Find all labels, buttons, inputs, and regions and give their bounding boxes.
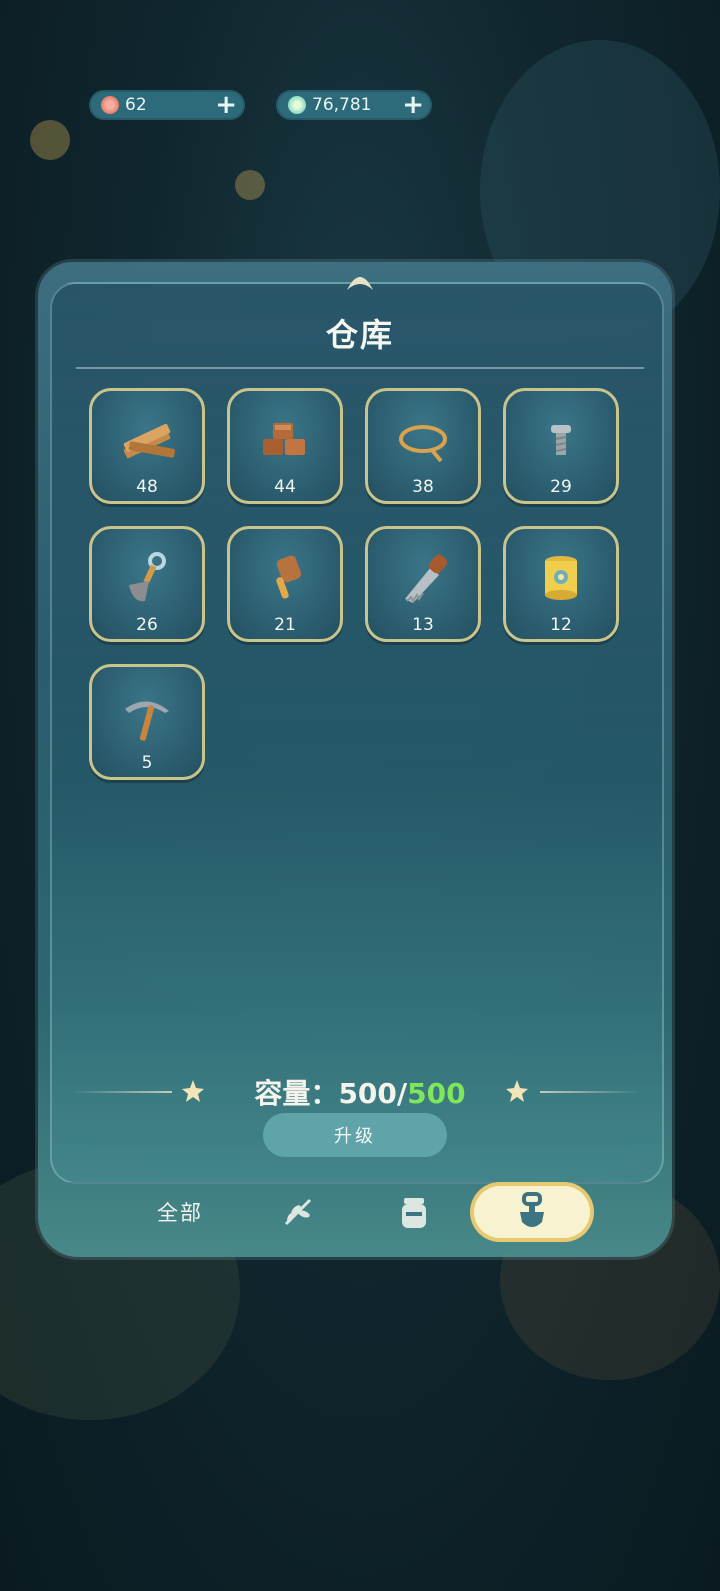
item-slot-rope[interactable]: 38 <box>365 388 481 504</box>
add-gem-button[interactable]: + <box>402 92 424 118</box>
currency-flower-value: 62 <box>125 95 147 115</box>
star-gem-icon <box>288 96 306 114</box>
paint-bucket-icon <box>545 556 577 600</box>
item-count: 29 <box>550 477 572 497</box>
title-divider <box>76 367 644 369</box>
saw-icon <box>405 554 448 603</box>
tab-tools[interactable] <box>474 1186 590 1238</box>
capacity-max: 500 <box>407 1077 466 1110</box>
capacity-divider-right <box>540 1091 640 1093</box>
item-slot-shovel[interactable]: 26 <box>89 526 205 642</box>
item-slot-mallet[interactable]: 21 <box>227 526 343 642</box>
page-title: 仓库 <box>325 316 394 354</box>
add-flower-button[interactable]: + <box>215 92 237 118</box>
currency-flower-bar: 62 + <box>89 90 245 120</box>
item-slot-paint-bucket[interactable]: 12 <box>503 526 619 642</box>
currency-gem-value: 76,781 <box>312 95 372 115</box>
item-count: 44 <box>274 477 296 497</box>
tab-plants[interactable] <box>268 1186 328 1238</box>
background-glow <box>30 120 70 160</box>
bricks-icon <box>263 423 305 455</box>
pickaxe-icon <box>125 701 169 741</box>
item-slot-bricks[interactable]: 44 <box>227 388 343 504</box>
shovel-icon <box>129 552 166 602</box>
wood-planks-icon <box>123 423 176 459</box>
upgrade-button[interactable]: 升级 <box>263 1113 447 1157</box>
background-glow <box>235 170 265 200</box>
tab-jars[interactable] <box>384 1186 444 1238</box>
mallet-icon <box>276 555 302 599</box>
item-slot-saw[interactable]: 13 <box>365 526 481 642</box>
rope-icon <box>399 425 447 463</box>
item-slot-screw[interactable]: 29 <box>503 388 619 504</box>
item-count: 48 <box>136 477 158 497</box>
capacity-label: 容量： <box>254 1077 339 1110</box>
item-count: 5 <box>141 753 153 773</box>
moon-crest-icon <box>347 277 373 290</box>
plant-icon <box>284 1198 312 1226</box>
item-slot-pickaxe[interactable]: 5 <box>89 664 205 780</box>
star-decoration-icon <box>506 1080 528 1102</box>
capacity-separator: / <box>396 1077 408 1110</box>
item-count: 13 <box>412 615 434 635</box>
flower-coin-icon <box>101 96 119 114</box>
capacity-current: 500 <box>338 1077 397 1110</box>
tab-all[interactable]: 全部 <box>130 1186 230 1238</box>
shovel-tool-icon <box>520 1192 544 1227</box>
item-count: 21 <box>274 615 296 635</box>
currency-gem-bar: 76,781 + <box>276 90 432 120</box>
item-count: 26 <box>136 615 158 635</box>
item-count: 38 <box>412 477 434 497</box>
item-slot-wood[interactable]: 48 <box>89 388 205 504</box>
item-count: 12 <box>550 615 572 635</box>
jar-icon <box>402 1198 426 1228</box>
screw-icon <box>551 425 571 455</box>
